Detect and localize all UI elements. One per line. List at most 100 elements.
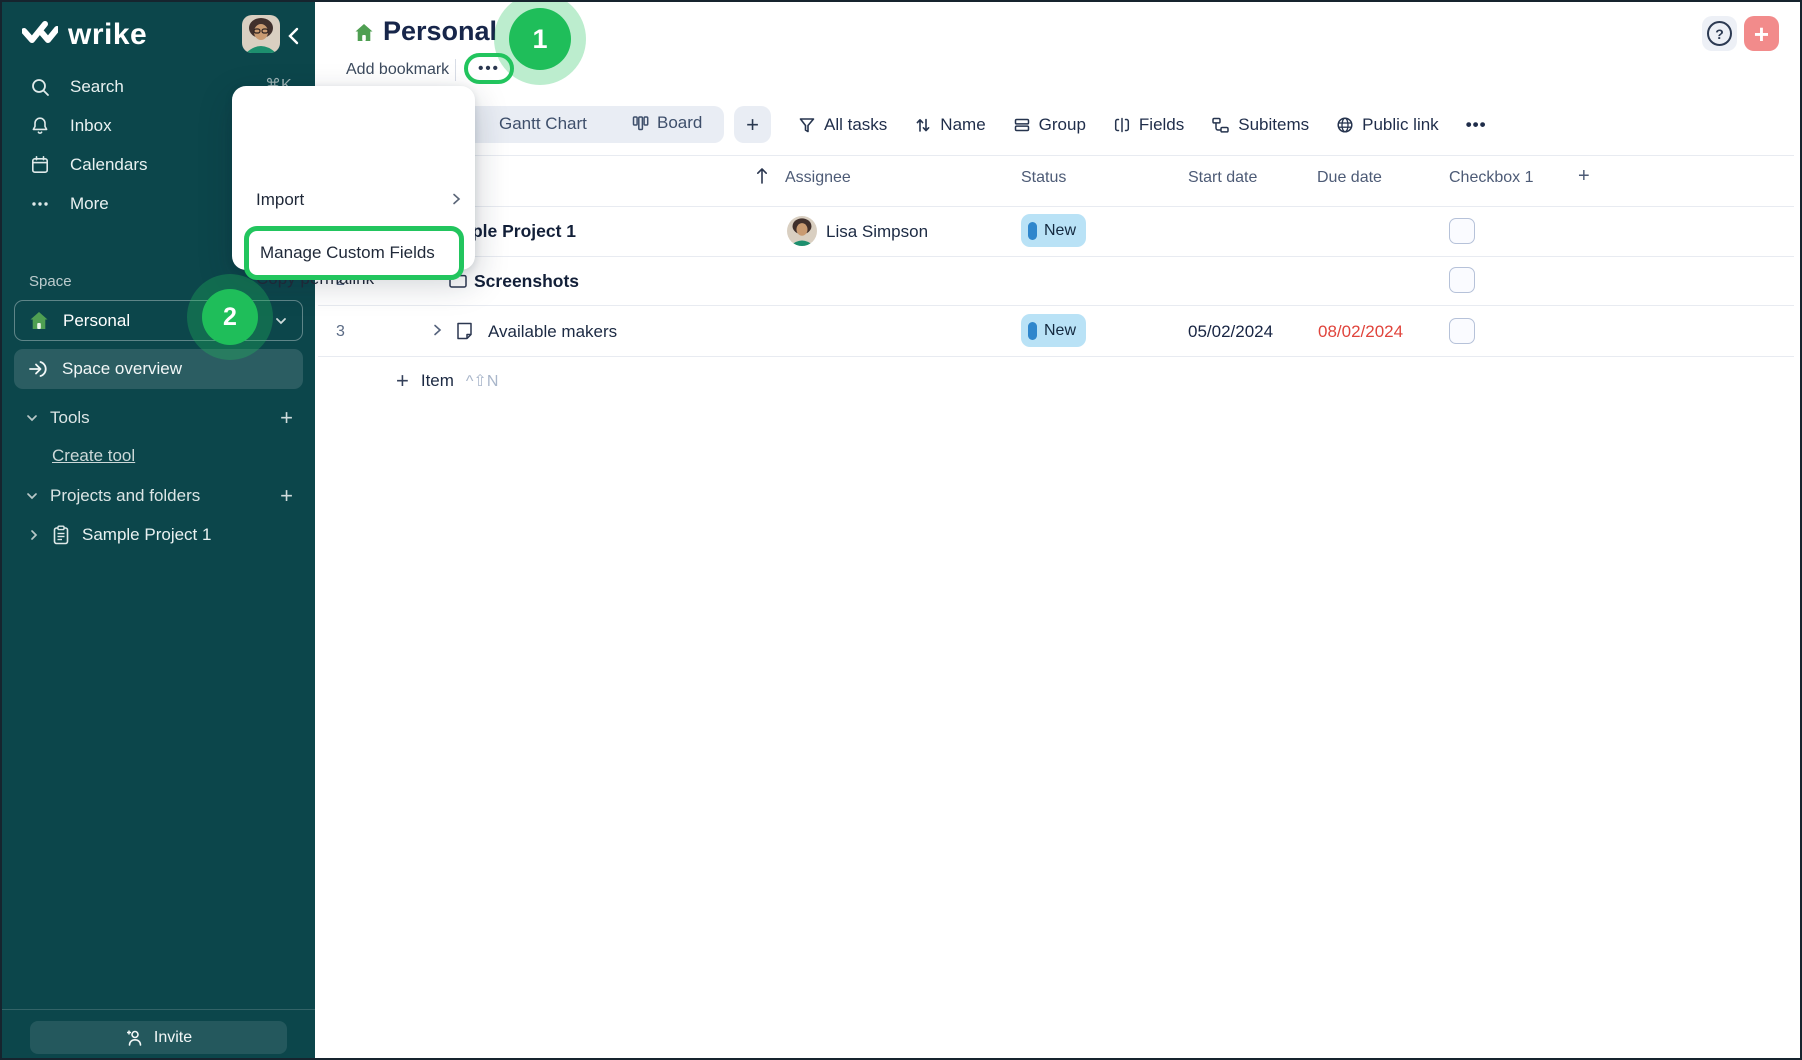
public-link-button[interactable]: Public link: [1336, 115, 1439, 135]
wrike-logo-icon: [22, 20, 58, 50]
row-number: 3: [336, 323, 345, 341]
row-checkbox[interactable]: [1449, 218, 1475, 244]
status-badge[interactable]: New: [1021, 214, 1086, 247]
header-divider: [455, 59, 456, 81]
table-divider: [318, 356, 1794, 357]
sidebar-group-label: Projects and folders: [50, 486, 200, 506]
column-header-due-date[interactable]: Due date: [1317, 169, 1382, 187]
create-tool-link[interactable]: Create tool: [52, 446, 135, 466]
table-divider: [318, 206, 1794, 207]
filter-all-tasks[interactable]: All tasks: [798, 115, 887, 135]
menu-item-import[interactable]: Import: [256, 190, 304, 210]
sort-arrows-icon: [914, 116, 932, 134]
help-button[interactable]: ?: [1702, 16, 1737, 51]
sort-direction-icon[interactable]: [754, 166, 770, 186]
add-column-button[interactable]: +: [1578, 165, 1590, 188]
wrike-logo[interactable]: wrike: [22, 18, 147, 52]
step-1-badge: 1: [509, 8, 571, 70]
sort-by-name[interactable]: Name: [914, 115, 985, 135]
tab-gantt-chart[interactable]: Gantt Chart: [499, 114, 587, 134]
invite-button[interactable]: Invite: [30, 1021, 287, 1054]
table-divider: [318, 155, 1794, 156]
task-icon: [455, 321, 474, 341]
add-view-button[interactable]: +: [734, 106, 771, 143]
sidebar-group-projects[interactable]: Projects and folders +: [2, 478, 315, 514]
due-date-value[interactable]: 08/02/2024: [1318, 322, 1403, 342]
row-checkbox[interactable]: [1449, 318, 1475, 344]
column-header-start-date[interactable]: Start date: [1188, 169, 1257, 187]
create-new-button[interactable]: +: [1744, 16, 1779, 51]
row-title[interactable]: Screenshots: [474, 271, 579, 292]
sidebar-item-label: Space overview: [62, 359, 182, 379]
sort-label: Name: [940, 115, 985, 135]
chevron-down-icon: [274, 314, 288, 328]
sidebar-item-space-overview[interactable]: Space overview: [14, 349, 303, 389]
assignee-avatar[interactable]: [787, 216, 817, 246]
add-item-shortcut: ^⇧N: [466, 371, 498, 391]
collapse-sidebar-icon[interactable]: [286, 26, 300, 46]
add-bookmark-button[interactable]: Add bookmark: [346, 61, 449, 79]
submenu-chevron-icon: [450, 192, 462, 206]
sidebar-item-label: Sample Project 1: [82, 525, 211, 545]
fields-icon: [1113, 116, 1131, 134]
step-2-badge: 2: [202, 289, 258, 345]
app-window: wrike Search ⌘K Inb: [0, 0, 1802, 1060]
chevron-down-icon[interactable]: [26, 490, 38, 502]
chevron-down-icon[interactable]: [26, 412, 38, 424]
add-item-row[interactable]: + Item ^⇧N: [396, 368, 498, 394]
space-overview-icon: [28, 359, 48, 379]
start-date-value[interactable]: 05/02/2024: [1188, 322, 1273, 342]
status-pill-icon: [1028, 322, 1037, 340]
chevron-right-icon[interactable]: [430, 323, 444, 337]
add-tool-button[interactable]: +: [280, 405, 293, 431]
add-item-label: Item: [421, 371, 454, 391]
home-icon: [29, 311, 49, 330]
tab-board[interactable]: Board: [632, 113, 702, 133]
funnel-icon: [798, 116, 816, 134]
fields-button[interactable]: Fields: [1113, 115, 1184, 135]
sidebar-item-label: Inbox: [70, 116, 112, 136]
plus-icon: +: [396, 368, 409, 394]
subitems-icon: [1211, 116, 1230, 134]
filter-label: All tasks: [824, 115, 887, 135]
sidebar-divider: [2, 1009, 315, 1010]
toolbar-more-button[interactable]: •••: [1466, 115, 1487, 135]
status-label: New: [1044, 322, 1076, 340]
subitems-label: Subitems: [1238, 115, 1309, 135]
chevron-right-icon[interactable]: [28, 529, 40, 541]
ellipsis-icon: [30, 194, 50, 214]
page-title: Personal: [383, 16, 497, 47]
subitems-button[interactable]: Subitems: [1211, 115, 1309, 135]
sidebar-item-label: Calendars: [70, 155, 148, 175]
tab-label: Board: [657, 113, 702, 133]
menu-item-label: Manage Custom Fields: [260, 243, 435, 263]
user-avatar[interactable]: [242, 15, 280, 53]
sidebar-item-label: Search: [70, 77, 124, 97]
sidebar-group-tools[interactable]: Tools +: [2, 400, 315, 436]
clipboard-icon: [52, 525, 70, 545]
add-project-button[interactable]: +: [280, 483, 293, 509]
sidebar-group-label: Tools: [50, 408, 90, 428]
space-section-label: Space: [29, 273, 72, 290]
brand-name: wrike: [68, 18, 147, 52]
table-divider: [318, 305, 1794, 306]
question-icon: ?: [1707, 21, 1732, 46]
row-title[interactable]: Available makers: [488, 322, 617, 342]
fields-label: Fields: [1139, 115, 1184, 135]
sidebar-item-sample-project[interactable]: Sample Project 1: [2, 517, 315, 553]
row-checkbox[interactable]: [1449, 267, 1475, 293]
table-divider: [318, 256, 1794, 257]
menu-item-manage-custom-fields[interactable]: Manage Custom Fields: [244, 226, 464, 280]
invite-person-icon: [125, 1028, 145, 1047]
column-header-checkbox1[interactable]: Checkbox 1: [1449, 169, 1534, 187]
toolbar-filters: All tasks Name Group Fields Subitems: [798, 106, 1487, 143]
search-icon: [30, 77, 50, 97]
column-header-assignee[interactable]: Assignee: [785, 169, 851, 187]
status-label: New: [1044, 222, 1076, 240]
status-badge[interactable]: New: [1021, 314, 1086, 347]
assignee-name[interactable]: Lisa Simpson: [826, 222, 928, 242]
public-link-label: Public link: [1362, 115, 1439, 135]
calendar-icon: [30, 155, 50, 175]
group-button[interactable]: Group: [1013, 115, 1086, 135]
column-header-status[interactable]: Status: [1021, 169, 1066, 187]
